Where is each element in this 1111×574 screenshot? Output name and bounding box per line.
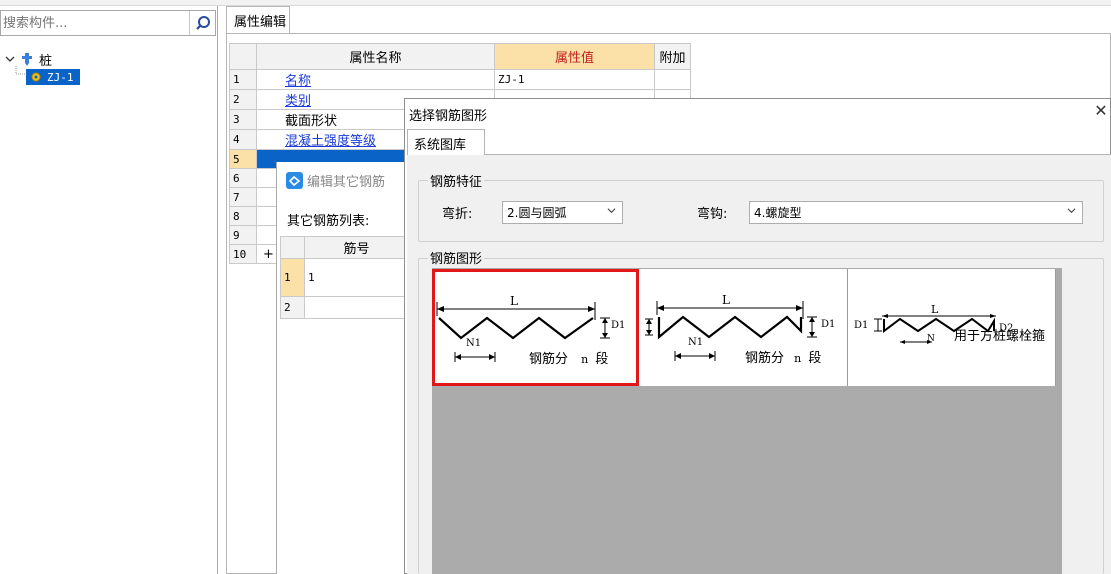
column-header[interactable]: 属性名称 <box>256 43 495 70</box>
row-number: 1 <box>280 258 305 297</box>
table-header-row: 属性名称 属性值 附加 <box>229 43 691 70</box>
property-name-label: 名称 <box>285 74 312 89</box>
pile-icon <box>22 53 32 66</box>
chevron-down-icon[interactable] <box>4 53 16 65</box>
row-number: 8 <box>229 206 257 226</box>
search-input[interactable] <box>1 11 189 35</box>
segment-note-prefix: 钢筋分 <box>745 351 785 366</box>
column-header[interactable]: 属性值 <box>494 43 655 70</box>
hook-select-value: 4.螺旋型 <box>754 206 802 220</box>
tree-node-pile[interactable]: 桩 <box>4 50 53 69</box>
n1-label: N1 <box>688 337 704 348</box>
property-name-label: 混凝土强度等级 <box>285 134 377 149</box>
d1-label: D1 <box>854 320 869 331</box>
row-number-header <box>229 43 257 70</box>
tree-node-selected[interactable]: ZJ-1 <box>26 69 80 85</box>
search-button[interactable] <box>189 11 215 35</box>
row-number: 2 <box>229 89 257 110</box>
table-row[interactable]: 2 <box>280 296 409 319</box>
app-icon <box>286 172 303 189</box>
shape-option-2[interactable]: L D1 N1 钢筋分 n 段 <box>639 269 848 386</box>
hook-select[interactable]: 4.螺旋型 <box>749 201 1083 224</box>
bend-select-value: 2.圆与圆弧 <box>507 206 567 220</box>
usage-note: 用于方桩螺栓箍 <box>954 329 1046 344</box>
rebar-list-label: 其它钢筋列表: <box>287 214 370 229</box>
row-number: 7 <box>229 187 257 207</box>
hook-label: 弯钩: <box>697 207 728 222</box>
tab-property-edit[interactable]: 属性编辑 <box>226 6 290 34</box>
segment-note-prefix: 钢筋分 <box>529 352 569 367</box>
rebar-number-cell[interactable] <box>304 296 409 319</box>
rebar-shape-legend: 钢筋图形 <box>428 248 485 267</box>
tab-system-library[interactable]: 系统图库 <box>407 129 485 155</box>
property-extra[interactable] <box>654 69 691 90</box>
search-icon <box>196 16 210 30</box>
tree-node-zj-1[interactable]: ZJ-1 <box>26 68 80 86</box>
column-header[interactable]: 筋号 <box>304 236 409 259</box>
length-label: L <box>510 294 518 308</box>
column-header[interactable]: 附加 <box>654 43 691 70</box>
component-tree-panel <box>0 6 218 574</box>
segment-note: 钢筋分 n 段 <box>529 348 608 367</box>
dialog-title: 选择钢筋图形 <box>409 109 488 124</box>
d1-label: D1 <box>611 320 626 331</box>
property-value[interactable]: ZJ-1 <box>494 69 655 90</box>
sub-dialog-title-label: 编辑其它钢筋 <box>307 175 386 190</box>
segment-note-suffix: 段 <box>808 351 822 366</box>
shape-option-3[interactable]: L D1 D2 N 用于方桩螺栓箍 <box>848 269 1056 386</box>
chevron-down-icon <box>1067 208 1076 214</box>
segment-count-symbol: n <box>794 352 802 365</box>
segment-note-suffix: 段 <box>595 352 609 367</box>
row-number: 5 <box>229 149 257 169</box>
segment-note: 钢筋分 n 段 <box>745 347 821 366</box>
rebar-list-table: 筋号 1 1 2 <box>280 236 409 319</box>
table-row[interactable]: 1 1 <box>280 258 409 297</box>
row-number: 9 <box>229 225 257 245</box>
spiral-rebar-hook-drawing <box>645 301 817 361</box>
close-icon[interactable]: ✕ <box>1093 102 1109 120</box>
row-number: 1 <box>229 69 257 90</box>
segment-count-symbol: n <box>581 353 589 366</box>
rebar-number-cell[interactable]: 1 <box>304 258 409 297</box>
property-name[interactable]: 名称 <box>256 69 495 90</box>
gear-icon <box>31 72 41 82</box>
row-number: 3 <box>229 109 257 130</box>
row-number: 2 <box>280 296 305 319</box>
rebar-feature-legend: 钢筋特征 <box>428 171 485 190</box>
row-number-header <box>280 236 305 259</box>
length-label: L <box>722 293 730 307</box>
bend-select[interactable]: 2.圆与圆弧 <box>502 201 623 224</box>
chevron-down-icon <box>607 208 616 214</box>
search-box <box>0 10 216 36</box>
row-number: 6 <box>229 168 257 188</box>
property-name-label: 类别 <box>285 94 312 109</box>
tree-node-label: 桩 <box>39 53 53 69</box>
d1-label: D1 <box>821 319 836 330</box>
n1-label: N1 <box>466 338 482 349</box>
shape-option-1[interactable]: L D1 N1 钢筋分 n 段 <box>432 269 639 386</box>
sub-dialog-title: 编辑其它钢筋 <box>286 171 385 190</box>
table-header-row: 筋号 <box>280 236 409 259</box>
tree-node-label: ZJ-1 <box>47 70 74 84</box>
table-row[interactable]: 1 名称 ZJ-1 <box>229 69 691 90</box>
row-number: 10 <box>229 244 257 264</box>
length-label: L <box>931 303 939 316</box>
bend-label: 弯折: <box>442 207 473 222</box>
n-label: N <box>927 334 935 344</box>
row-number: 4 <box>229 129 257 150</box>
